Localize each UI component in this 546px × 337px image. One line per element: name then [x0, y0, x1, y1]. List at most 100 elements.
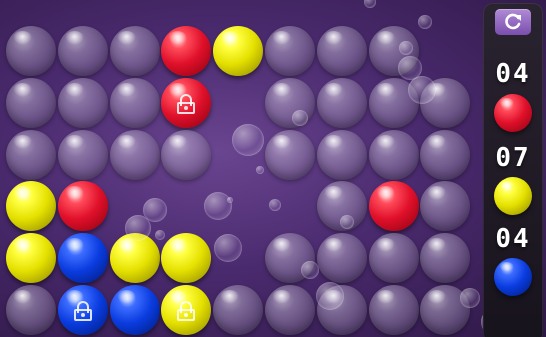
lock-icon: [73, 301, 92, 321]
red-ball-sphere: [161, 26, 212, 76]
yellow-ball[interactable]: [213, 26, 264, 76]
yellow-ball[interactable]: [6, 181, 56, 232]
empty-slot-bubble: [316, 233, 367, 284]
ball-shine: [375, 290, 395, 304]
ball-shine: [13, 31, 32, 45]
blue-ball[interactable]: [57, 233, 108, 284]
ball-shine: [13, 290, 32, 304]
empty-slot[interactable]: [109, 77, 160, 128]
empty-slot-bubble: [265, 285, 315, 335]
yellow-ball[interactable]: [6, 233, 56, 284]
ball-shine: [272, 31, 291, 45]
empty-slot-bubble: [368, 285, 419, 335]
ball-shine: [13, 186, 32, 201]
empty-slot-bubble: [420, 233, 471, 284]
empty-slot-bubble: [6, 26, 56, 76]
empty-slot[interactable]: [368, 285, 419, 335]
empty-slot[interactable]: [161, 129, 212, 180]
lock-icon: [177, 301, 196, 321]
empty-slot[interactable]: [109, 26, 160, 76]
empty-slot[interactable]: [265, 26, 315, 76]
empty-slot[interactable]: [57, 26, 108, 76]
ball-shine: [323, 186, 343, 201]
empty-slot[interactable]: [265, 285, 315, 335]
decor-bubble: [204, 192, 232, 220]
empty-slot[interactable]: [6, 77, 56, 128]
ball-shine: [13, 238, 32, 253]
blue-ball[interactable]: [109, 285, 160, 335]
empty-slot[interactable]: [368, 129, 419, 180]
blue-ball[interactable]: [57, 285, 108, 335]
decor-bubble: [214, 234, 242, 262]
empty-slot[interactable]: [265, 129, 315, 180]
decor-bubble: [232, 124, 264, 156]
empty-slot[interactable]: [316, 77, 367, 128]
empty-slot[interactable]: [213, 285, 264, 335]
empty-slot[interactable]: [6, 129, 56, 180]
decor-bubble: [269, 199, 281, 211]
ball-shine: [427, 186, 447, 201]
blue-ball-sphere: [109, 285, 160, 335]
ball-shine: [272, 134, 291, 149]
empty-slot-bubble: [316, 26, 367, 76]
decor-bubble: [227, 197, 233, 203]
empty-slot[interactable]: [57, 129, 108, 180]
ball-shine: [168, 31, 188, 45]
empty-slot[interactable]: [57, 77, 108, 128]
decor-bubble: [399, 41, 413, 55]
red-ball[interactable]: [57, 181, 108, 232]
empty-slot-bubble: [316, 129, 367, 180]
ball-shine: [499, 261, 514, 273]
empty-slot-bubble: [6, 285, 56, 335]
empty-slot[interactable]: [420, 129, 471, 180]
empty-slot-bubble: [161, 129, 212, 180]
empty-slot-bubble: [368, 233, 419, 284]
ball-shine: [499, 97, 514, 109]
ball-shine: [323, 82, 343, 97]
empty-slot[interactable]: [368, 233, 419, 284]
red-ball[interactable]: [161, 77, 212, 128]
decor-bubble: [301, 261, 319, 279]
empty-slot[interactable]: [420, 233, 471, 284]
ball-shine: [64, 238, 84, 253]
ball-shine: [220, 31, 240, 45]
ball-shine: [323, 31, 343, 45]
empty-slot-bubble: [213, 285, 264, 335]
decor-bubble: [460, 288, 480, 308]
yellow-ball-sphere: [161, 285, 212, 335]
blue-count: 04: [495, 224, 531, 254]
restart-button[interactable]: [495, 9, 531, 35]
ball-shine: [116, 290, 136, 304]
ball-shine: [116, 134, 136, 149]
empty-slot[interactable]: [420, 181, 471, 232]
red-ball[interactable]: [161, 26, 212, 76]
yellow-ball-sphere: [6, 233, 56, 284]
ball-shine: [323, 238, 343, 253]
empty-slot-bubble: [420, 181, 471, 232]
empty-slot-bubble: [6, 77, 56, 128]
red-ball-icon: [494, 94, 532, 132]
ball-shine: [116, 31, 136, 45]
empty-slot[interactable]: [109, 129, 160, 180]
yellow-ball-sphere: [213, 26, 264, 76]
empty-slot[interactable]: [316, 233, 367, 284]
ball-shine: [272, 82, 291, 97]
decor-bubble: [340, 215, 354, 229]
blue-ball-icon: [494, 258, 532, 296]
ball-shine: [116, 82, 136, 97]
red-ball-sphere: [57, 181, 108, 232]
ball-shine: [375, 134, 395, 149]
ball-shine: [427, 290, 447, 304]
empty-slot[interactable]: [316, 129, 367, 180]
red-ball[interactable]: [368, 181, 419, 232]
blue-ball-sphere: [57, 285, 108, 335]
empty-slot[interactable]: [6, 285, 56, 335]
yellow-ball[interactable]: [161, 285, 212, 335]
ball-shine: [375, 82, 395, 97]
yellow-ball[interactable]: [161, 233, 212, 284]
empty-slot[interactable]: [6, 26, 56, 76]
empty-slot-bubble: [265, 26, 315, 76]
empty-slot[interactable]: [316, 26, 367, 76]
empty-slot-bubble: [109, 77, 160, 128]
ball-shine: [13, 134, 32, 149]
